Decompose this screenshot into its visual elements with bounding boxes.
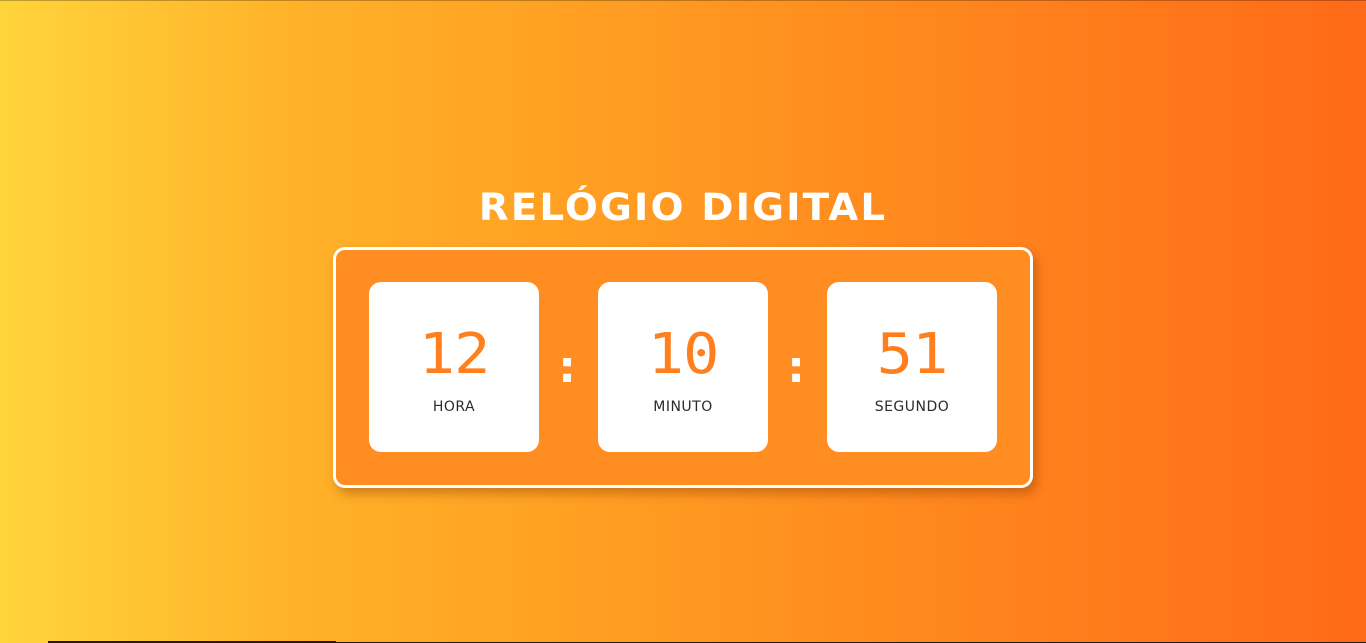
minutes-box: 10 MINUTO xyxy=(598,282,768,452)
top-border xyxy=(0,0,1366,1)
hours-value: 12 xyxy=(418,322,491,387)
hours-box: 12 HORA xyxy=(369,282,539,452)
hours-label: HORA xyxy=(432,399,476,415)
minutes-value: 10 xyxy=(647,322,720,387)
seconds-box: 51 SEGUNDO xyxy=(827,282,997,452)
separator-colon: : xyxy=(558,342,576,393)
separator-colon: : xyxy=(787,342,805,393)
seconds-label: SEGUNDO xyxy=(874,399,950,415)
seconds-value: 51 xyxy=(876,322,949,387)
digital-clock: 12 HORA : 10 MINUTO : 51 SEGUNDO xyxy=(333,247,1033,488)
minutes-label: MINUTO xyxy=(653,399,713,415)
page-title: RELÓGIO DIGITAL xyxy=(478,186,888,229)
